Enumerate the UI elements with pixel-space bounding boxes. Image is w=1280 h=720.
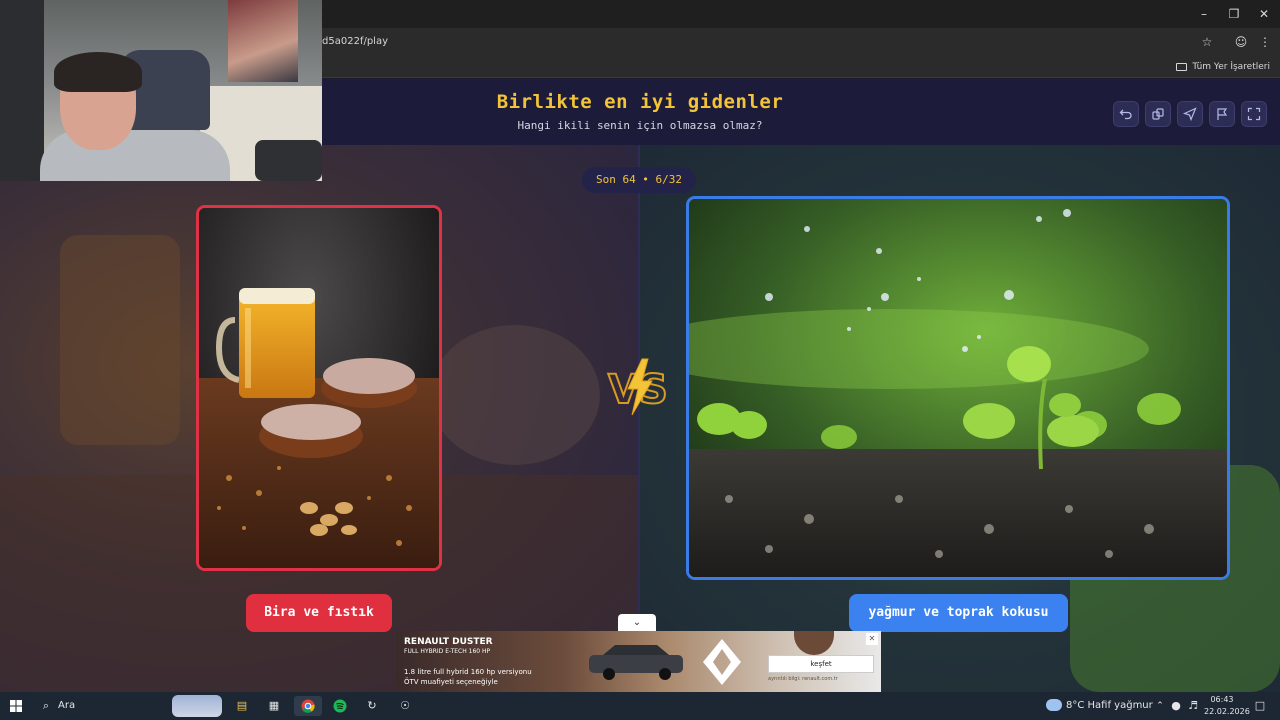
star-icon[interactable]: ☆: [1198, 33, 1216, 51]
clock-date: 22.02.2026: [1204, 707, 1250, 716]
app-icon-g[interactable]: ↻: [362, 696, 382, 716]
shuffle-button[interactable]: [1145, 101, 1171, 127]
shuffle-icon: [1152, 108, 1164, 120]
ad-model: FULL HYBRID E-TECH 160 HP: [404, 648, 491, 655]
taskbar-search-label[interactable]: Ara: [58, 696, 75, 716]
chevron-down-icon: ⌄: [632, 617, 642, 628]
svg: [333, 699, 347, 713]
chrome-icon[interactable]: [294, 696, 322, 716]
ad-banner[interactable]: RENAULT DUSTER FULL HYBRID E-TECH 160 HP…: [396, 631, 881, 692]
collapse-ad-button[interactable]: ⌄: [618, 614, 656, 632]
door: [0, 0, 44, 181]
hoodie: [40, 130, 230, 181]
minimize-icon[interactable]: –: [1190, 4, 1218, 24]
right-option-button[interactable]: yağmur ve toprak kokusu: [849, 594, 1068, 632]
taskbar: ⌕ Ara ▤ ▦ ↻ ☉ 8°C Hafif yağmur ⌃ ● ♬ 06:…: [0, 692, 1280, 720]
folder-icon: [1176, 63, 1188, 71]
tray-chevron-icon[interactable]: ⌃: [1154, 696, 1166, 716]
poster: [228, 0, 298, 82]
ad-close-icon[interactable]: ✕: [866, 633, 878, 645]
undo-icon: [1119, 109, 1132, 120]
bed2: [255, 140, 322, 181]
undo-button[interactable]: [1113, 101, 1139, 127]
ad-line2: ÖTV muafiyeti seçeneğiyle: [404, 678, 498, 686]
share-button[interactable]: [1177, 101, 1203, 127]
file-explorer-icon[interactable]: ▤: [232, 696, 252, 716]
search-highlight-image: [172, 695, 222, 717]
all-bookmarks-button[interactable]: Tüm Yer İşaretleri: [1176, 59, 1270, 75]
left-option-button[interactable]: Bira ve fıstık: [246, 594, 392, 632]
svg: [301, 699, 315, 713]
spotify-icon[interactable]: [330, 696, 350, 716]
restore-icon[interactable]: ❐: [1220, 4, 1248, 24]
profile-icon[interactable]: ☺: [1232, 33, 1250, 51]
blur-bowl: [430, 325, 600, 465]
ad-cta-button[interactable]: keşfet: [768, 655, 874, 673]
all-bookmarks-label: Tüm Yer İşaretleri: [1192, 62, 1270, 72]
flag-icon: [1217, 108, 1228, 120]
start-button[interactable]: [6, 696, 26, 716]
url-field[interactable]: d5a022f/play: [322, 33, 388, 51]
store-icon[interactable]: ▦: [264, 696, 284, 716]
volume-icon[interactable]: ♬: [1186, 696, 1200, 716]
beer-and-peanuts-image: [199, 208, 439, 568]
close-icon[interactable]: ✕: [1250, 4, 1278, 24]
share-icon: [1182, 107, 1197, 122]
svg: VS: [607, 358, 669, 416]
report-button[interactable]: [1209, 101, 1235, 127]
car-image: [589, 645, 683, 680]
weather-icon: [1046, 699, 1062, 711]
hair: [54, 52, 142, 92]
right-option-image[interactable]: [686, 196, 1230, 580]
ad-brand: RENAULT DUSTER: [404, 637, 493, 647]
clock-time: 06:43: [1210, 695, 1234, 704]
windows-icon: [10, 700, 22, 712]
mic-icon[interactable]: ●: [1170, 696, 1182, 716]
center-divider: [638, 145, 640, 692]
more-menu-icon[interactable]: ⋮: [1256, 33, 1274, 51]
blur-mug: [60, 235, 180, 445]
obs-icon[interactable]: ☉: [394, 696, 416, 716]
ad-small-print: ayrıntılı bilgi: renault.com.tr: [768, 676, 838, 682]
search-icon[interactable]: ⌕: [38, 696, 54, 716]
fullscreen-button[interactable]: [1241, 101, 1267, 127]
rain-and-soil-image: [689, 199, 1227, 577]
ad-person: [794, 631, 834, 655]
vs-logo: VS: [606, 357, 672, 417]
notification-icon[interactable]: □: [1252, 696, 1268, 716]
fullscreen-icon: [1247, 107, 1261, 121]
round-indicator: Son 64 • 6/32: [582, 167, 696, 193]
ad-line1: 1.8 litre full hybrid 160 hp versiyonu: [404, 668, 532, 676]
webcam-overlay: [0, 0, 322, 181]
renault-logo-icon: [703, 639, 741, 685]
weather-label[interactable]: 8°C Hafif yağmur: [1066, 696, 1153, 716]
left-option-image[interactable]: [196, 205, 442, 571]
clock[interactable]: 06:43 22.02.2026: [1204, 694, 1250, 718]
